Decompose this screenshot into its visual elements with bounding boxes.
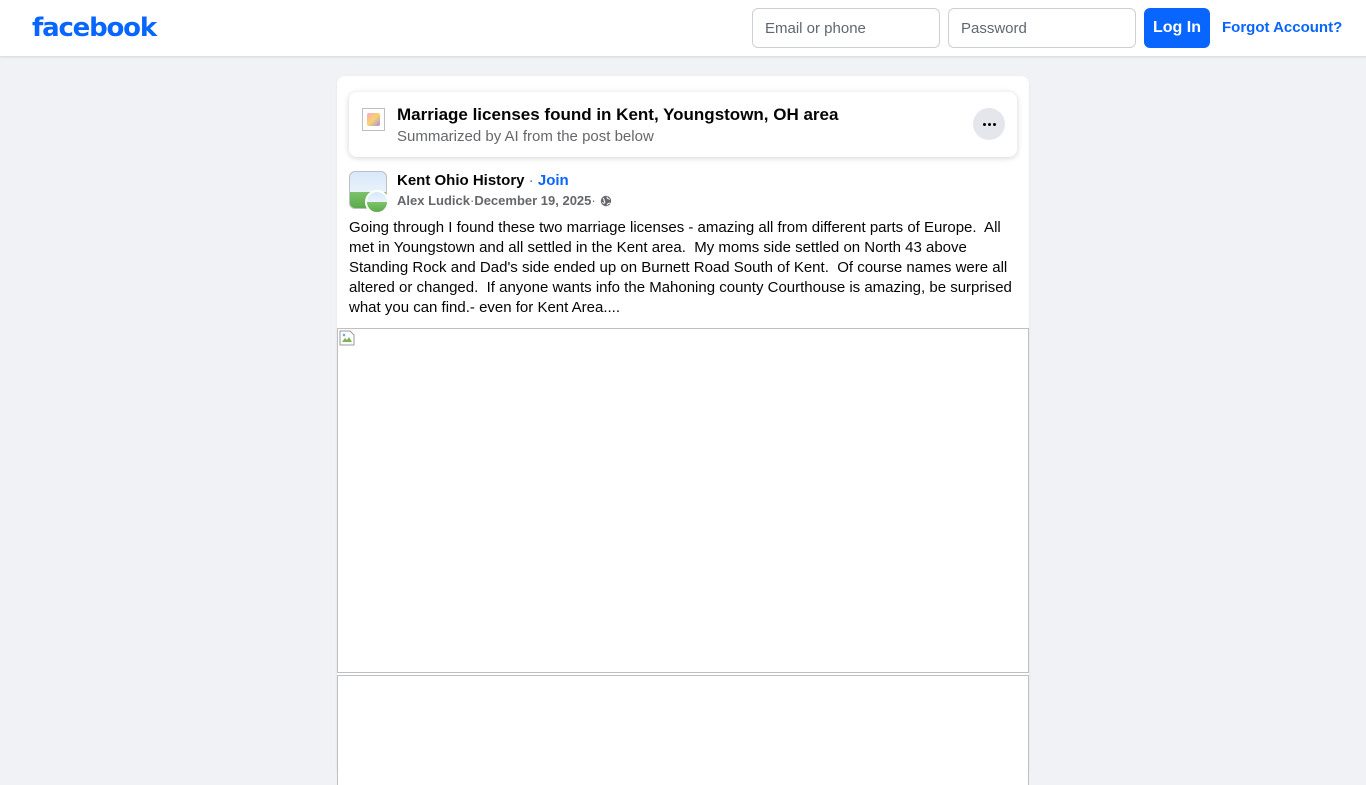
broken-image-icon [339,330,355,346]
author-name-link[interactable]: Alex Ludick [397,192,470,209]
more-horizontal-icon [982,122,986,126]
post-photo-2[interactable] [337,675,1029,785]
forgot-account-link[interactable]: Forgot Account? [1222,18,1342,38]
group-name-link[interactable]: Kent Ohio History [397,172,525,189]
post-body-text: Going through I found these two marriage… [349,219,1017,316]
globe-icon [600,195,611,206]
post-date-link[interactable]: December 19, 2025 [474,192,591,209]
login-button[interactable]: Log In [1144,8,1210,48]
join-group-link[interactable]: Join [538,172,569,189]
email-field[interactable] [752,8,940,48]
author-avatar[interactable] [365,190,389,214]
facebook-logo[interactable]: facebook [32,10,157,46]
post-group-line: Kent Ohio History · Join [397,171,569,191]
post-card: Marriage licenses found in Kent, Youngst… [337,76,1029,785]
post-meta: Alex Ludick · December 19, 2025 · [397,192,612,209]
summary-subtitle: Summarized by AI from the post below [397,128,654,145]
meta-separator: · [591,193,596,208]
ai-summary-box: Marriage licenses found in Kent, Youngst… [349,92,1017,157]
post-photo-1[interactable] [337,328,1029,673]
more-options-button[interactable] [973,108,1005,140]
password-field[interactable] [948,8,1136,48]
separator: · [524,172,538,189]
summary-image-icon [362,108,385,131]
summary-title: Marriage licenses found in Kent, Youngst… [397,105,839,124]
top-navigation-bar: facebook Log In Forgot Account? [0,0,1366,57]
